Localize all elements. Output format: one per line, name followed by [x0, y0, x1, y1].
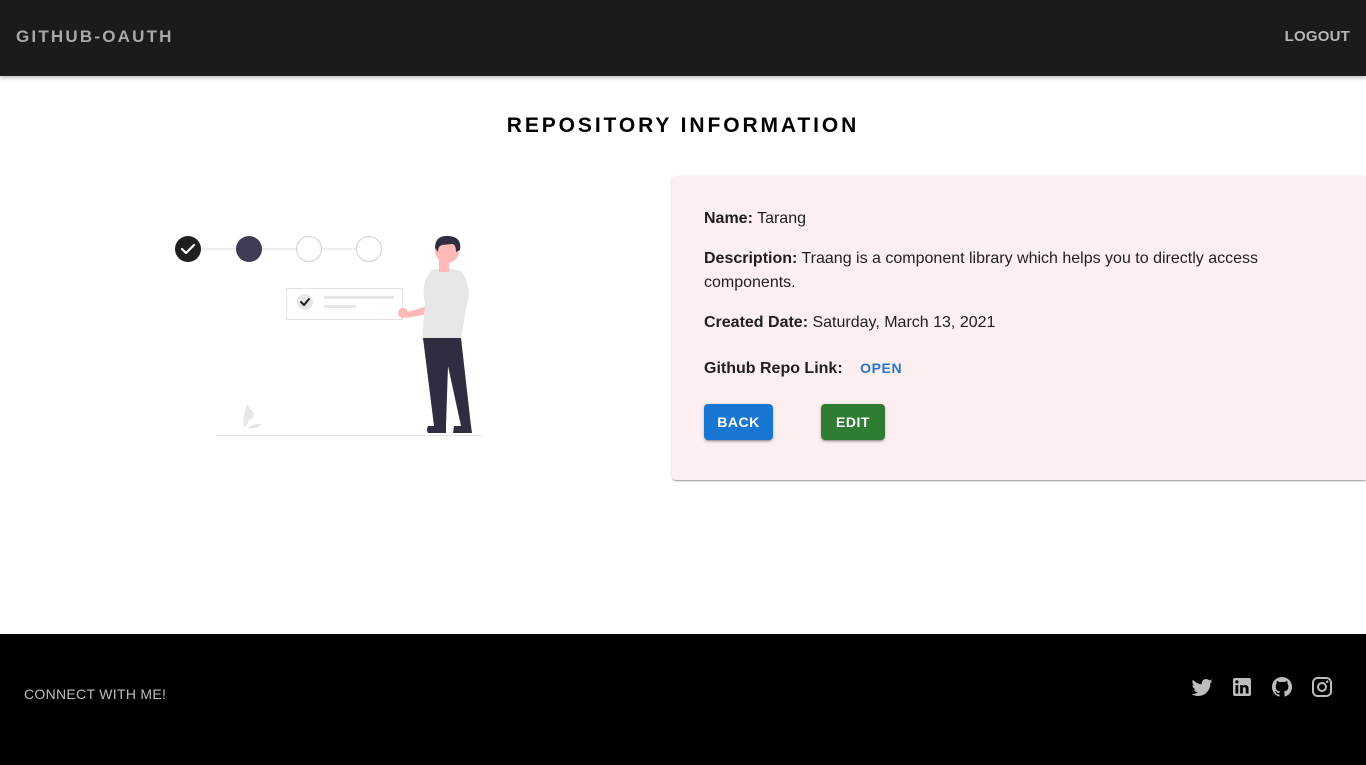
linkedin-icon[interactable]: [1230, 675, 1254, 699]
repo-name-value: Tarang: [757, 210, 806, 227]
repo-name-row: Name: Tarang: [704, 207, 1304, 231]
progress-steps-illustration: [170, 230, 490, 442]
open-repo-link[interactable]: OPEN: [860, 356, 902, 380]
page: GITHUB-OAUTH LOGOUT REPOSITORY INFORMATI…: [0, 0, 1366, 765]
repository-info-card: Name: Tarang Description: Traang is a co…: [672, 176, 1366, 480]
github-icon[interactable]: [1270, 675, 1294, 699]
instagram-icon[interactable]: [1310, 675, 1334, 699]
brand-title[interactable]: GITHUB-OAUTH: [16, 27, 174, 47]
page-title: REPOSITORY INFORMATION: [506, 114, 860, 137]
repo-name-label: Name:: [704, 210, 753, 227]
logout-button[interactable]: LOGOUT: [1285, 28, 1350, 46]
twitter-icon[interactable]: [1190, 675, 1214, 699]
repo-link-row: Github Repo Link: OPEN: [704, 356, 1304, 381]
edit-button[interactable]: EDIT: [821, 404, 885, 440]
repo-created-value: Saturday, March 13, 2021: [812, 314, 996, 331]
app-bar: GITHUB-OAUTH LOGOUT: [0, 0, 1366, 76]
connect-with-me-text: CONNECT WITH ME!: [24, 686, 167, 702]
repo-link-label: Github Repo Link:: [704, 360, 843, 377]
repo-description-row: Description: Traang is a component libra…: [704, 247, 1304, 295]
repo-description-label: Description:: [704, 250, 798, 267]
back-button[interactable]: BACK: [704, 404, 773, 440]
footer: CONNECT WITH ME!: [0, 634, 1366, 765]
repo-created-label: Created Date:: [704, 314, 809, 331]
repo-created-row: Created Date: Saturday, March 13, 2021: [704, 311, 1304, 335]
